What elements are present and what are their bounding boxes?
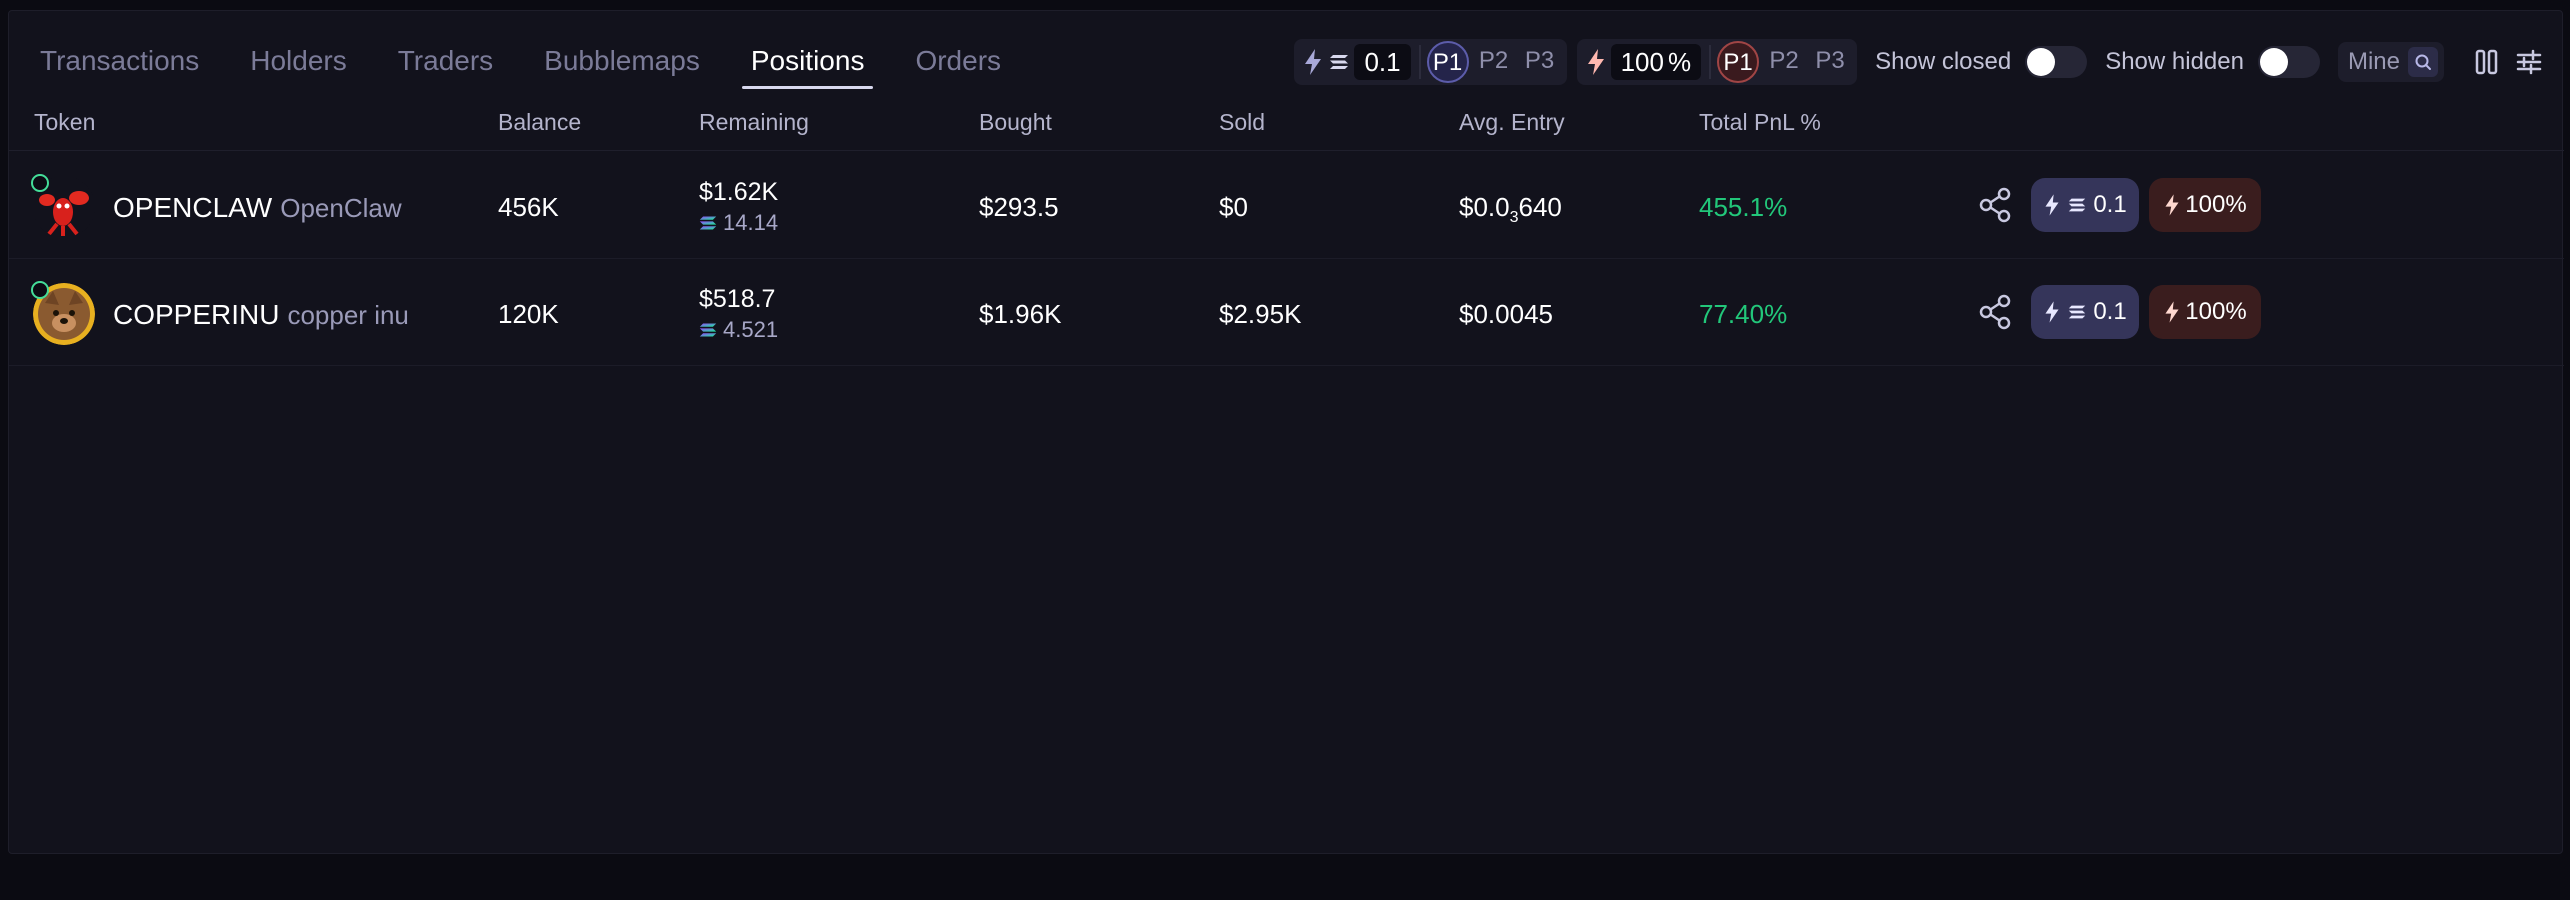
sell-preset-p2[interactable]: P2 [1763,41,1805,83]
avg-entry-cell: $0.0045 [1459,299,1553,329]
quick-sell-amount: 100% [2185,298,2247,325]
token-symbol-text: OPENCLAW [113,192,273,223]
token-symbol[interactable]: OPENCLAW OpenClaw [113,192,402,224]
search-icon[interactable] [2408,47,2438,77]
toggle-knob [2259,48,2288,76]
quick-sell-amount: 100% [2185,191,2247,218]
show-hidden-toggle-wrap: Show hidden [2105,46,2320,78]
total-pnl-cell: 77.40% [1699,299,1788,329]
solana-icon [2069,198,2086,212]
remaining-sol: 4.521 [699,317,778,343]
bought-cell: $1.96K [979,299,1062,329]
mine-label: Mine [2347,48,2400,75]
show-closed-toggle-wrap: Show closed [1875,46,2088,78]
avg-entry-prefix: $0.0 [1459,192,1510,222]
sold-cell: $0 [1219,192,1248,222]
remaining-usd: $1.62K [699,178,779,206]
percent-unit: % [1667,47,1692,77]
quick-buy-button[interactable]: 0.1 [2031,285,2139,339]
mine-filter[interactable]: Mine [2337,42,2444,82]
header-balance[interactable]: Balance [498,109,581,136]
tab-positions[interactable]: Positions [741,33,874,89]
solana-icon [2069,305,2086,319]
token-symbol-text: COPPERINU [113,299,280,330]
tab-holders[interactable]: Holders [241,33,355,89]
bought-cell: $293.5 [979,192,1059,222]
toolbar: 0.1 P1 P2 P3 100 % P1 P2 P3 Show closed … [1294,39,2544,85]
divider [1418,45,1421,79]
tab-transactions[interactable]: Transactions [31,33,208,89]
bottom-strip [0,854,2570,900]
avg-entry-zero-count: 3 [1509,209,1519,226]
tab-bar: Transactions Holders Traders Bubblemaps … [31,33,1043,89]
show-closed-label: Show closed [1875,48,2012,75]
lightning-icon [1305,49,1322,75]
lightning-icon [1587,49,1604,75]
buy-preset-p3[interactable]: P3 [1519,41,1561,83]
sold-cell: $2.95K [1219,299,1302,329]
sell-percent-input[interactable]: 100 % [1610,44,1702,80]
header-total-pnl[interactable]: Total PnL % [1699,109,1821,136]
columns-icon[interactable] [2472,47,2502,77]
header-remaining[interactable]: Remaining [699,109,809,136]
share-icon[interactable] [1977,186,2015,224]
sell-percent-value: 100 [1620,47,1664,77]
buy-preset-p2[interactable]: P2 [1473,41,1515,83]
remaining-sol: 14.14 [699,210,778,236]
lightning-icon [2165,301,2179,323]
sell-preset-p3[interactable]: P3 [1809,41,1851,83]
solana-icon [699,216,717,230]
header-sold[interactable]: Sold [1219,109,1265,136]
header-avg-entry[interactable]: Avg. Entry [1459,109,1565,136]
sell-percent-group: 100 % P1 P2 P3 [1576,39,1858,85]
tab-bubblemaps[interactable]: Bubblemaps [535,33,709,89]
sliders-icon[interactable] [2514,47,2544,77]
show-closed-toggle[interactable] [2025,46,2088,78]
divider [1709,45,1712,79]
token-name: copper inu [287,300,409,330]
header-token[interactable]: Token [34,109,95,136]
table-row[interactable]: OPENCLAW OpenClaw 456K $1.62K 14.14 $293.… [9,152,2564,259]
pill-badge-icon [31,281,49,299]
lightning-icon [2165,194,2179,216]
lightning-icon [2045,194,2059,216]
balance-cell: 120K [498,299,559,329]
quick-buy-amount: 0.1 [2093,191,2127,218]
total-pnl-cell: 455.1% [1699,192,1788,222]
remaining-sol-value: 4.521 [723,317,779,342]
token-symbol[interactable]: COPPERINU copper inu [113,299,409,331]
quick-sell-button[interactable]: 100% [2149,285,2261,339]
avg-entry-digits: 640 [1518,192,1562,222]
share-icon[interactable] [1977,293,2015,331]
sell-preset-p1[interactable]: P1 [1717,41,1760,83]
quick-sell-button[interactable]: 100% [2149,178,2261,232]
toggle-knob [2027,48,2056,76]
solana-icon [699,323,717,337]
lightning-icon [2045,301,2059,323]
tab-orders[interactable]: Orders [906,33,1010,89]
table-header: Token Balance Remaining Bought Sold Avg.… [9,101,2564,151]
table-row[interactable]: COPPERINU copper inu 120K $518.7 4.521 $1… [9,259,2564,366]
remaining-sol-value: 14.14 [723,210,779,235]
positions-panel: Transactions Holders Traders Bubblemaps … [8,10,2564,854]
avg-entry-cell: $0.03640 [1459,192,1562,227]
balance-cell: 456K [498,192,559,222]
header-bought[interactable]: Bought [979,109,1052,136]
remaining-usd: $518.7 [699,285,776,313]
quick-buy-button[interactable]: 0.1 [2031,178,2139,232]
buy-amount-input[interactable]: 0.1 [1354,44,1411,80]
token-name: OpenClaw [280,193,402,223]
buy-preset-p1[interactable]: P1 [1426,41,1469,83]
pill-badge-icon [31,174,49,192]
show-hidden-label: Show hidden [2105,48,2244,75]
buy-amount-group: 0.1 P1 P2 P3 [1294,39,1567,85]
tab-traders[interactable]: Traders [389,33,502,89]
quick-buy-amount: 0.1 [2093,298,2127,325]
show-hidden-toggle[interactable] [2257,46,2320,78]
solana-icon [1330,55,1349,69]
